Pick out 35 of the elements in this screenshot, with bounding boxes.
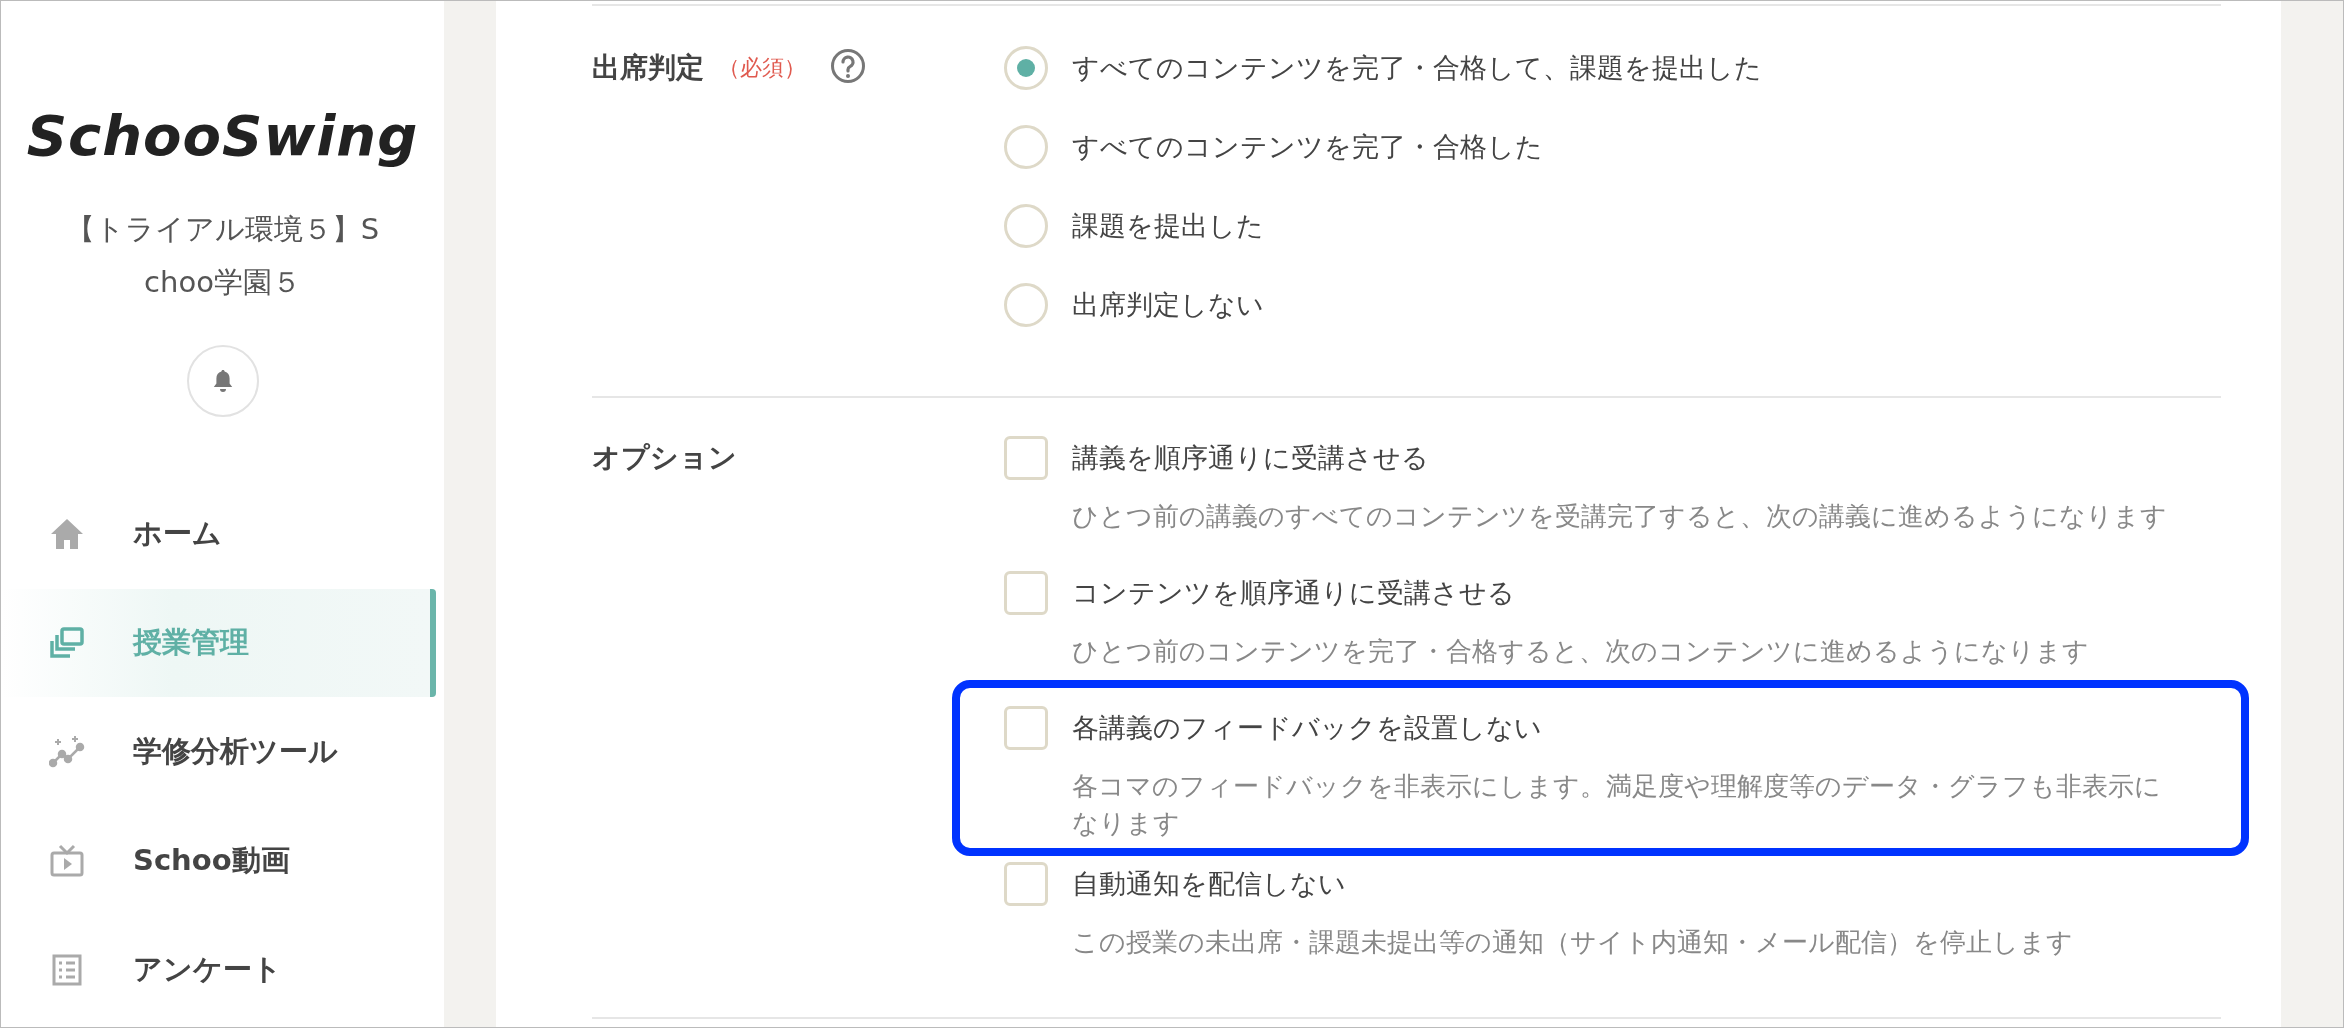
option-description: 各コマのフィードバックを非表示にします。満足度や理解度等のデータ・グラフも非表示になります [1072, 770, 2162, 840]
home-icon [49, 517, 85, 551]
organization-name: 【トライアル環境５】Schoo学園５ [64, 211, 381, 301]
option-label: 課題を提出した [1072, 209, 1264, 243]
trend-sparkle-icon [49, 735, 85, 769]
radio-button[interactable] [1004, 204, 1048, 248]
option-label: 講義を順序通りに受講させる [1072, 441, 1429, 475]
tv-play-icon [49, 844, 85, 878]
checkbox[interactable] [1004, 706, 1048, 750]
section-label: オプション [592, 440, 737, 476]
radio-button[interactable] [1004, 283, 1048, 327]
nav-item[interactable]: Schoo動画 [1, 807, 436, 915]
required-label: （必須） [718, 54, 806, 82]
option-label: コンテンツを順序通りに受講させる [1072, 576, 1515, 610]
nav-item[interactable]: アンケート [1, 916, 436, 1024]
radio-button[interactable] [1004, 125, 1048, 169]
option-description: この授業の未出席・課題未提出等の通知（サイト内通知・メール配信）を停止します [1072, 926, 2074, 959]
radio-button[interactable] [1004, 46, 1048, 90]
nav-item[interactable]: ホーム [1, 480, 436, 588]
nav-item[interactable]: 学修分析ツール [1, 698, 436, 806]
windows-icon [49, 626, 85, 660]
option-label: すべてのコンテンツを完了・合格した [1072, 130, 1543, 164]
option-label: 出席判定しない [1072, 288, 1264, 322]
logo: SchooSwing [26, 102, 419, 170]
bell-icon [211, 369, 234, 393]
option-label: すべてのコンテンツを完了・合格して、課題を提出した [1072, 51, 1762, 85]
checkbox[interactable] [1004, 571, 1048, 615]
option-label: 自動通知を配信しない [1072, 867, 1346, 901]
option-label: 各講義のフィードバックを設置しない [1072, 711, 1542, 745]
option-description: ひとつ前のコンテンツを完了・合格すると、次のコンテンツに進めるようになります [1072, 635, 2090, 668]
section-label: 出席判定 [592, 50, 704, 86]
checkbox[interactable] [1004, 862, 1048, 906]
option-description: ひとつ前の講義のすべてのコンテンツを受講完了すると、次の講義に進めるようになります [1072, 500, 2168, 533]
checkbox[interactable] [1004, 436, 1048, 480]
help-icon[interactable] [830, 48, 866, 84]
